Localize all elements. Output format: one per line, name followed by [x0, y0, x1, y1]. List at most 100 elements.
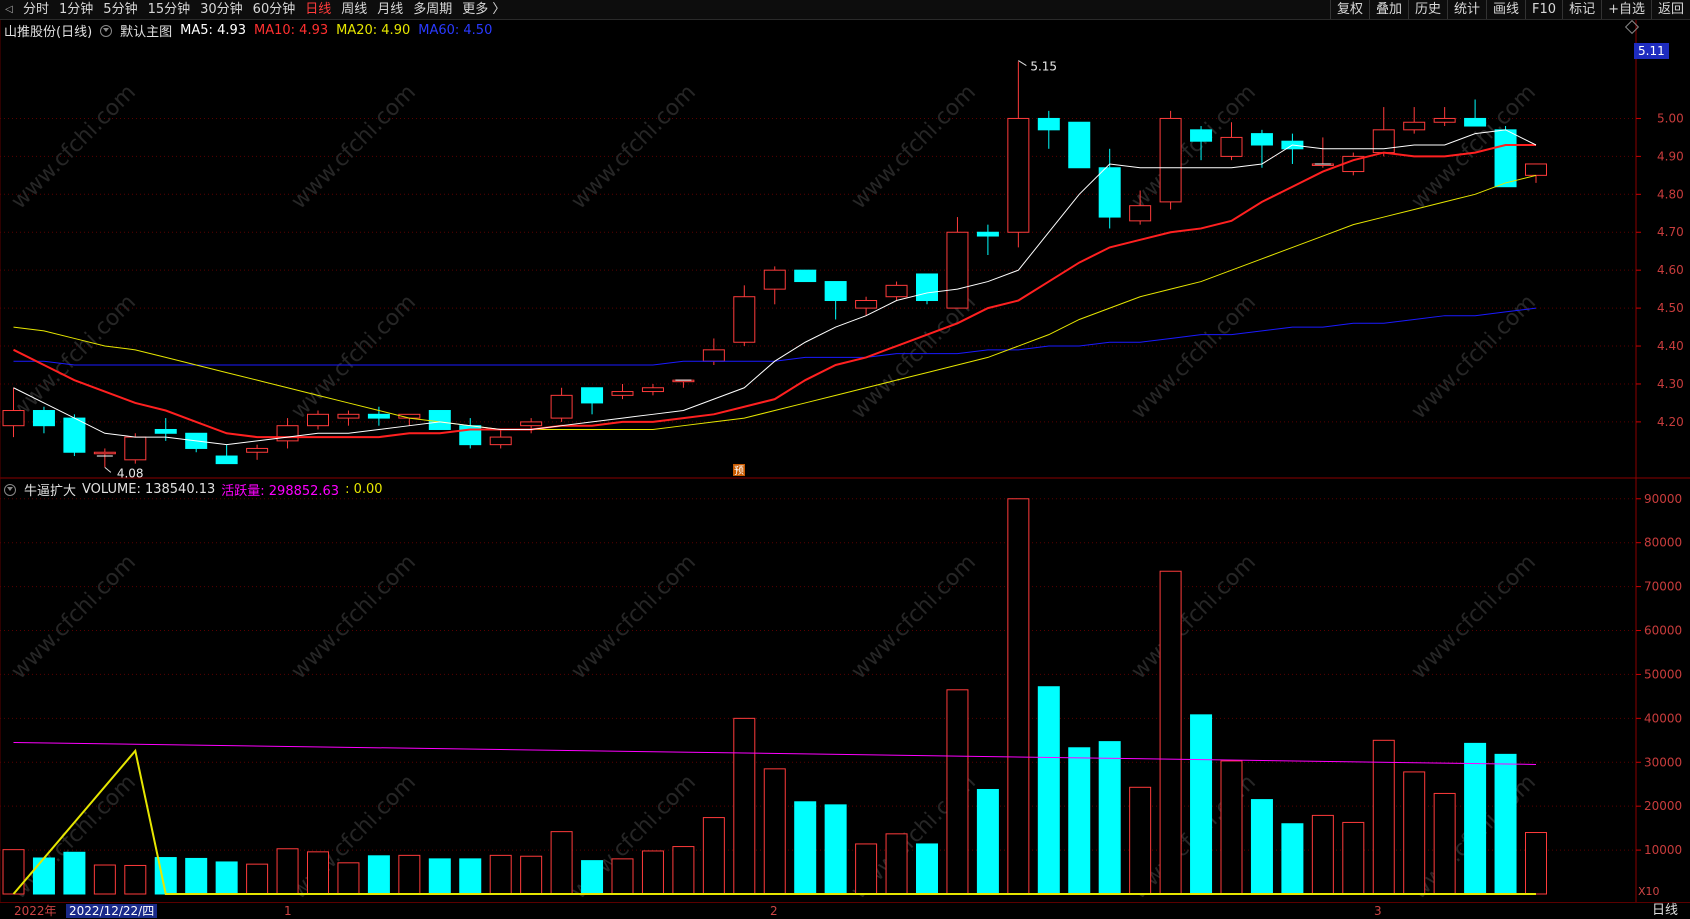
- price-tick-label: 4.30: [1657, 377, 1684, 391]
- candle-body: [154, 428, 177, 434]
- active-volume-value: 活跃量: 298852.63: [221, 484, 340, 499]
- period-tabs: 分时 1分钟 5分钟 15分钟 30分钟 60分钟 日线 周线 月线 多周期 更多 〉: [18, 0, 510, 19]
- period-tab-10[interactable]: 更多 〉: [457, 0, 510, 19]
- volume-bar: [1372, 739, 1395, 895]
- volume-bar: [367, 855, 390, 895]
- indicator-name[interactable]: 牛逼扩大: [24, 480, 76, 499]
- candle-body: [428, 410, 451, 430]
- candle-body: [1098, 167, 1121, 218]
- candle-body: [367, 413, 390, 419]
- candle-body: [916, 273, 938, 302]
- volume-bar: [550, 831, 573, 895]
- candle-body: [1159, 117, 1182, 203]
- volume-bar: [215, 861, 238, 895]
- price-tick-label: 5.00: [1657, 111, 1684, 125]
- stock-chart[interactable]: 5.00 4.90 4.80 4.70 4.60 4.50 4.40 4.30 4.20 9000…: [0, 20, 1690, 902]
- tool-button-6[interactable]: 标记: [1562, 0, 1601, 19]
- tool-button-4[interactable]: 画线: [1486, 0, 1525, 19]
- candle-body: [855, 300, 878, 309]
- volume-bar: [611, 858, 634, 895]
- candle-body: [976, 231, 999, 237]
- volume-tick-label: 60000: [1644, 624, 1682, 638]
- candle-body: [1068, 121, 1091, 169]
- period-tab-6[interactable]: 日线: [300, 0, 336, 19]
- candle-body: [337, 413, 360, 419]
- indicator-dropdown-icon[interactable]: [4, 483, 16, 496]
- ma60-value: MA60: 4.50: [418, 23, 493, 38]
- watermark-text: www.cfchi.com: [1407, 550, 1541, 684]
- tool-button-0[interactable]: 复权: [1329, 0, 1369, 19]
- date-axis: 2022年 2022/12/22/四 1 2 3 日线: [0, 902, 1690, 919]
- tool-button-8[interactable]: 返回: [1650, 0, 1690, 19]
- volume-panel-header: 牛逼扩大 VOLUME: 138540.13 活跃量: 298852.63 : …: [4, 480, 391, 499]
- period-tab-0[interactable]: 分时: [18, 0, 54, 19]
- candle-body: [763, 269, 786, 290]
- candle-body: [1007, 117, 1030, 233]
- volume-bar: [641, 850, 664, 895]
- candle-body: [1190, 129, 1213, 142]
- volume-bar: [1281, 823, 1304, 895]
- volume-tick-label: 10000: [1644, 843, 1682, 857]
- period-tab-8[interactable]: 月线: [372, 0, 408, 19]
- volume-bar: [1311, 814, 1334, 895]
- candle-body: [124, 436, 147, 461]
- period-tab-3[interactable]: 15分钟: [143, 0, 196, 19]
- volume-bar: [1190, 714, 1213, 895]
- template-dropdown-icon[interactable]: [100, 24, 113, 37]
- candle-body: [63, 417, 86, 453]
- candle-body: [611, 391, 634, 396]
- high-price-label: 5.15: [1030, 60, 1057, 74]
- tool-button-2[interactable]: 历史: [1407, 0, 1447, 19]
- candle-body: [1037, 117, 1060, 131]
- volume-bar: [1068, 747, 1091, 895]
- cursor-date: 2022/12/22/四: [66, 904, 158, 918]
- low-price-label: 4.08: [117, 466, 144, 480]
- volume-bar: [946, 689, 969, 895]
- volume-bar: [63, 851, 86, 895]
- tool-button-7[interactable]: +自选: [1601, 0, 1651, 19]
- volume-bar: [1037, 686, 1060, 895]
- volume-tick-label: 90000: [1644, 492, 1682, 506]
- volume-bar: [398, 854, 421, 895]
- watermark-text: www.cfchi.com: [1127, 550, 1261, 684]
- price-tick-label: 4.80: [1657, 187, 1684, 201]
- volume-bar: [1494, 753, 1517, 895]
- price-tick-label: 4.70: [1657, 225, 1684, 239]
- period-tab-2[interactable]: 5分钟: [98, 0, 142, 19]
- scroll-left-icon[interactable]: ◁: [0, 0, 18, 19]
- volume-bar: [824, 804, 847, 895]
- pre-mark-label: 预: [734, 465, 744, 477]
- price-panel-header: 山推股份(日线) 默认主图 MA5: 4.93 MA10: 4.93 MA20:…: [4, 21, 500, 40]
- period-toolbar: ◁ 分时 1分钟 5分钟 15分钟 30分钟 60分钟 日线 周线 月线 多周期 更多 〉 复权 叠加…: [0, 0, 1690, 20]
- period-tab-9[interactable]: 多周期: [408, 0, 457, 19]
- candle-body: [93, 451, 116, 455]
- volume-bar: [1433, 792, 1456, 895]
- price-tick-label: 4.60: [1657, 263, 1684, 277]
- volume-bar: [428, 858, 451, 895]
- tool-button-3[interactable]: 统计: [1447, 0, 1486, 19]
- template-name[interactable]: 默认主图: [120, 21, 172, 40]
- stock-title[interactable]: 山推股份(日线): [4, 21, 92, 40]
- price-tick-label: 4.40: [1657, 339, 1684, 353]
- period-tab-4[interactable]: 30分钟: [195, 0, 248, 19]
- candle-body: [1403, 121, 1426, 131]
- candle-body: [1494, 129, 1517, 188]
- price-tick-label: 4.20: [1657, 415, 1684, 429]
- period-tab-5[interactable]: 60分钟: [248, 0, 301, 19]
- ma60-line: [13, 307, 1537, 366]
- tool-button-5[interactable]: F10: [1525, 0, 1562, 19]
- volume-tick-label: 30000: [1644, 755, 1682, 769]
- candle-body: [550, 394, 573, 419]
- frequency-label[interactable]: 日线: [1652, 903, 1678, 919]
- month-label-3: 3: [1374, 904, 1382, 918]
- period-tab-7[interactable]: 周线: [336, 0, 372, 19]
- period-tab-1[interactable]: 1分钟: [54, 0, 98, 19]
- candle-body: [276, 425, 299, 442]
- candle-body: [32, 410, 55, 427]
- current-price-tag: 5.11: [1634, 43, 1669, 59]
- tool-button-1[interactable]: 叠加: [1368, 0, 1408, 19]
- candle-body: [1433, 117, 1456, 123]
- volume-bar: [246, 863, 269, 895]
- volume-bar: [459, 858, 482, 895]
- volume-bar: [1525, 832, 1547, 895]
